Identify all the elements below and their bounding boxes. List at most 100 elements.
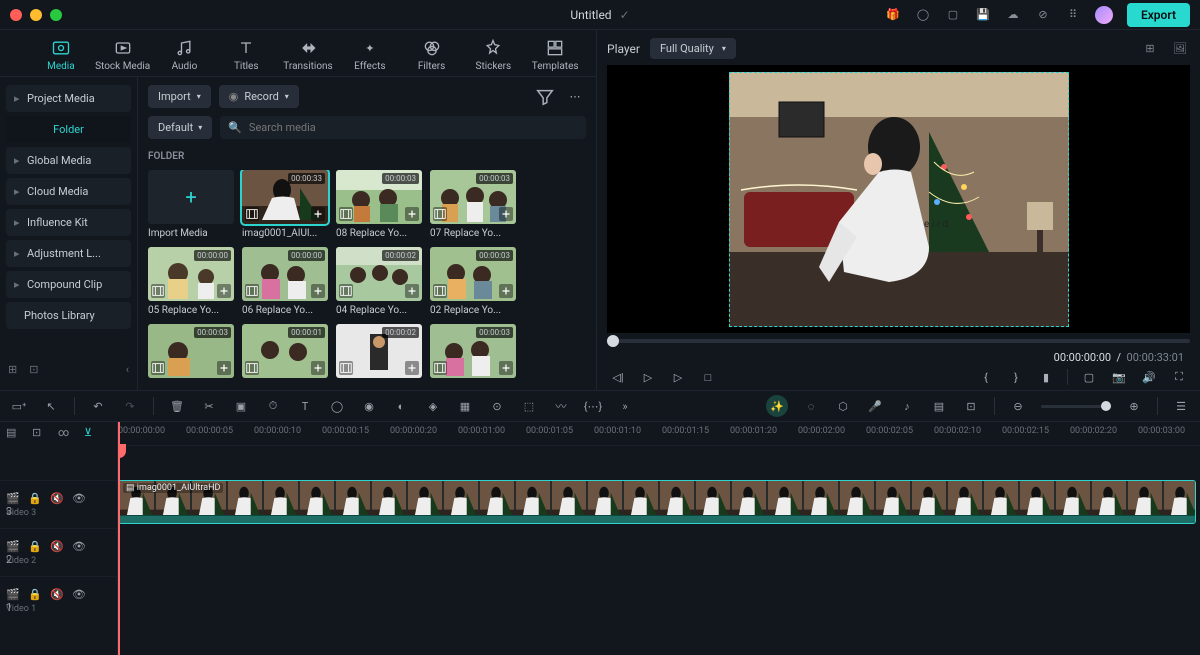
- mark-out-icon[interactable]: }: [1007, 368, 1025, 386]
- prev-frame-icon[interactable]: ◁|: [609, 368, 627, 386]
- video-viewport[interactable]: e i r d: [607, 65, 1190, 333]
- clip-add-icon[interactable]: [311, 361, 325, 375]
- tab-media[interactable]: Media: [30, 36, 92, 72]
- scrubber[interactable]: [607, 339, 1190, 343]
- tab-stock-media[interactable]: Stock Media: [92, 36, 154, 72]
- clip-add-icon[interactable]: [217, 361, 231, 375]
- text-icon[interactable]: T: [296, 397, 314, 415]
- media-clip[interactable]: 00:00:33imag0001_AIUl...: [242, 170, 328, 239]
- audio-tool-icon[interactable]: 〰: [552, 397, 570, 415]
- marker-icon[interactable]: ▮: [1037, 368, 1055, 386]
- import-button[interactable]: Import▾: [148, 85, 211, 108]
- tab-effects[interactable]: ✦Effects: [339, 36, 401, 72]
- snapshot-icon[interactable]: 📷: [1110, 368, 1128, 386]
- timeline-clip[interactable]: ▤ imag0001_AIUltraHD: [118, 480, 1196, 524]
- tab-titles[interactable]: Titles: [215, 36, 277, 72]
- sidebar-item-cloud-media[interactable]: ▸Cloud Media: [6, 178, 131, 205]
- sidebar-item-photos[interactable]: Photos Library: [6, 302, 131, 329]
- tab-templates[interactable]: Templates: [524, 36, 586, 72]
- media-clip[interactable]: 00:00:02: [336, 324, 422, 382]
- clip-add-icon[interactable]: [405, 284, 419, 298]
- search-field[interactable]: 🔍: [220, 116, 586, 139]
- playhead[interactable]: [118, 422, 120, 655]
- lock-icon[interactable]: 🔒: [28, 588, 42, 602]
- clip-add-icon[interactable]: [311, 207, 325, 221]
- tab-audio[interactable]: Audio: [154, 36, 216, 72]
- sidebar-item-global-media[interactable]: ▸Global Media: [6, 147, 131, 174]
- clip-add-icon[interactable]: [405, 207, 419, 221]
- media-clip[interactable]: 00:00:01: [242, 324, 328, 382]
- sidebar-item-project-media[interactable]: ▸Project Media: [6, 85, 131, 112]
- play-loop-icon[interactable]: ▷: [639, 368, 657, 386]
- export-button[interactable]: Export: [1127, 3, 1190, 27]
- media-clip[interactable]: 00:00:0302 Replace Yo...: [430, 247, 516, 316]
- more-icon[interactable]: ⋯: [564, 86, 586, 108]
- quality-selector[interactable]: Full Quality▾: [650, 38, 736, 59]
- mask-icon[interactable]: ◯: [328, 397, 346, 415]
- media-clip[interactable]: 00:00:0308 Replace Yo...: [336, 170, 422, 239]
- sort-button[interactable]: Default▾: [148, 116, 212, 139]
- new-bin-icon[interactable]: ⊡: [29, 363, 38, 376]
- record-button[interactable]: ◉Record▾: [219, 85, 299, 108]
- redo-icon[interactable]: ↷: [121, 397, 139, 415]
- delete-icon[interactable]: 🗑: [168, 397, 186, 415]
- display-icon[interactable]: ▢: [1080, 368, 1098, 386]
- view-grid-icon[interactable]: ⊞: [1140, 39, 1160, 59]
- zoom-handle[interactable]: [1101, 401, 1111, 411]
- color-icon[interactable]: ◉: [360, 397, 378, 415]
- visibility-icon[interactable]: 👁: [72, 588, 86, 602]
- clip-add-icon[interactable]: [499, 284, 513, 298]
- lock-icon[interactable]: 🔒: [28, 540, 42, 554]
- tl-link-icon[interactable]: ∞: [58, 426, 74, 442]
- record-circle-icon[interactable]: ◯: [915, 7, 931, 23]
- sidebar-item-compound[interactable]: ▸Compound Clip: [6, 271, 131, 298]
- chroma-icon[interactable]: ⬚: [520, 397, 538, 415]
- lock-icon[interactable]: 🔒: [28, 492, 42, 506]
- adjust-icon[interactable]: ◐: [392, 397, 410, 415]
- user-avatar[interactable]: [1095, 6, 1113, 24]
- media-clip[interactable]: 00:00:0006 Replace Yo...: [242, 247, 328, 316]
- guides-icon[interactable]: ⊡: [962, 397, 980, 415]
- media-clip[interactable]: 00:00:03: [148, 324, 234, 382]
- mute-icon[interactable]: 🔇: [50, 492, 64, 506]
- mark-in-icon[interactable]: {: [977, 368, 995, 386]
- sidebar-item-influence-kit[interactable]: ▸Influence Kit: [6, 209, 131, 236]
- music-icon[interactable]: ♪: [898, 397, 916, 415]
- filter-icon[interactable]: [534, 86, 556, 108]
- cloud-upload-icon[interactable]: ☁: [1005, 7, 1021, 23]
- zoom-out-icon[interactable]: ⊖: [1009, 397, 1027, 415]
- stabilize-icon[interactable]: ⊙: [488, 397, 506, 415]
- select-tool-icon[interactable]: ▭⁺: [10, 397, 28, 415]
- cloud-sync-icon[interactable]: ✓: [620, 8, 630, 22]
- tl-magnet-icon[interactable]: ⊻: [84, 426, 100, 442]
- import-media-card[interactable]: + Import Media: [148, 170, 234, 239]
- tl-media-icon[interactable]: ▤: [6, 426, 22, 442]
- split-icon[interactable]: ✂: [200, 397, 218, 415]
- save-icon[interactable]: 💾: [975, 7, 991, 23]
- tab-transitions[interactable]: Transitions: [277, 36, 339, 72]
- sidebar-item-adjustment[interactable]: ▸Adjustment L...: [6, 240, 131, 267]
- gift-icon[interactable]: 🎁: [885, 7, 901, 23]
- crop-icon[interactable]: ▣: [232, 397, 250, 415]
- clip-add-icon[interactable]: [499, 361, 513, 375]
- search-input[interactable]: [249, 121, 578, 134]
- media-tool-icon[interactable]: ▤: [930, 397, 948, 415]
- help-icon[interactable]: ⊘: [1035, 7, 1051, 23]
- media-clip[interactable]: 00:00:0005 Replace Yo...: [148, 247, 234, 316]
- keyframe-icon[interactable]: ◈: [424, 397, 442, 415]
- new-folder-icon[interactable]: ⊞: [8, 363, 17, 376]
- tl-copy-icon[interactable]: ⊡: [32, 426, 48, 442]
- more-tools-icon[interactable]: »: [616, 397, 634, 415]
- media-clip[interactable]: 00:00:03: [430, 324, 516, 382]
- visibility-icon[interactable]: 👁: [72, 492, 86, 506]
- clip-add-icon[interactable]: [311, 284, 325, 298]
- mute-icon[interactable]: 🔇: [50, 540, 64, 554]
- monitor-icon[interactable]: ▢: [945, 7, 961, 23]
- tab-filters[interactable]: Filters: [401, 36, 463, 72]
- undo-icon[interactable]: ↶: [89, 397, 107, 415]
- tab-stickers[interactable]: Stickers: [462, 36, 524, 72]
- clip-add-icon[interactable]: [405, 361, 419, 375]
- zoom-slider[interactable]: [1041, 405, 1111, 408]
- timeline-view-icon[interactable]: ☰: [1172, 397, 1190, 415]
- play-icon[interactable]: ▷: [669, 368, 687, 386]
